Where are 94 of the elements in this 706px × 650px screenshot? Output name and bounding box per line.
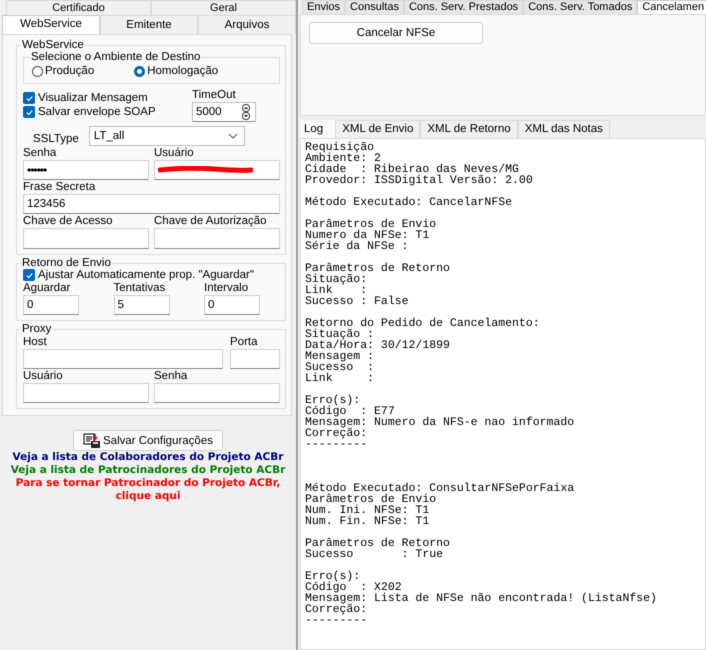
log-line: Situação: [305, 274, 368, 285]
settings-tab[interactable]: Certificado [6, 0, 151, 15]
settings-tab[interactable]: Arquivos [198, 15, 296, 34]
log-line: Situação : [305, 329, 376, 340]
field-label: Frase Secreta [23, 180, 96, 194]
log-line: Num. Ini. NFSe: T1 [305, 505, 430, 516]
settings-tab[interactable]: WebService [2, 15, 100, 34]
log-tab[interactable]: XML de Envio [335, 120, 420, 138]
save-settings-button[interactable]: Salvar Configurações [73, 430, 223, 451]
access-key-field[interactable] [23, 228, 149, 249]
environment-radio[interactable]: Produção [32, 65, 94, 77]
field-label: Intervalo [204, 281, 250, 295]
log-line: Ambiente: 2 [305, 153, 381, 164]
username-field[interactable] [154, 160, 280, 180]
secret-phrase-field[interactable]: 123456 [23, 194, 280, 214]
operation-tab[interactable]: Cons. Serv. Tomados [523, 0, 638, 14]
log-line: Num. Fin. NFSe: T1 [305, 516, 430, 527]
log-line: --------- [305, 439, 368, 450]
field-label: Aguardar [23, 281, 72, 295]
field-label: Usuário [154, 146, 195, 160]
log-line: Série da NFSe : [305, 241, 410, 252]
log-line: --------- [305, 615, 368, 626]
log-line: Mensagem : [305, 351, 376, 362]
save-document-icon [83, 432, 102, 448]
password-field[interactable]: •••••• [23, 160, 149, 180]
log-line: Parâmetros de Envio [305, 494, 438, 505]
proxy-user-field[interactable] [23, 383, 149, 403]
number-field[interactable]: 5 [114, 295, 170, 315]
spin-arrows-icon[interactable] [240, 104, 252, 120]
log-line: Cidade : Ribeirao das Neves/MG [305, 164, 519, 175]
operation-tab[interactable]: Envios [302, 0, 346, 14]
log-line: Erro(s): [305, 571, 362, 582]
log-line: Sucesso : False [305, 296, 410, 307]
log-tab[interactable]: XML de Retorno [420, 120, 518, 138]
field-label: Tentativas [114, 281, 166, 295]
chevron-down-icon [228, 133, 238, 139]
operation-tab[interactable]: Cons. Serv. Prestados [404, 0, 524, 14]
number-field[interactable]: 0 [204, 295, 260, 315]
group-title: Retorno de Envio [21, 257, 112, 269]
field-label: Chave de Acesso [23, 214, 114, 228]
field-label: Porta [230, 335, 258, 349]
group-title: WebService [21, 39, 85, 51]
group-title: Selecione o Ambiente de Destino [30, 51, 202, 63]
environment-radio[interactable]: Homologação [134, 65, 218, 77]
log-tab[interactable]: Log [300, 120, 336, 139]
adjust-checkbox[interactable]: Ajustar Automaticamente prop. "Aguardar" [23, 269, 280, 281]
field-label: Senha [23, 146, 58, 160]
timeout-spinbox[interactable]: 5000 [192, 102, 256, 122]
log-line: Mensagem: Lista de NFSe não encontrada! (ListaNfse) [305, 593, 658, 604]
log-line: Data/Hora: 30/12/1899 [305, 340, 451, 351]
log-line: Numero da NFSe: T1 [305, 230, 430, 241]
log-line: Link : [305, 285, 368, 296]
log-line: Sucesso : [305, 362, 376, 373]
log-line: Código : X202 [305, 582, 402, 593]
settings-tab[interactable]: Geral [151, 0, 296, 15]
field-label: TimeOut [192, 88, 237, 102]
port-field[interactable] [230, 349, 280, 369]
settings-tab[interactable]: Emitente [100, 15, 198, 34]
log-line: Parâmetros de Envio [305, 219, 438, 230]
proxy-password-field[interactable] [154, 383, 280, 403]
host-field[interactable] [23, 349, 223, 369]
log-line: Sucesso : True [305, 549, 444, 560]
ssltype-dropdown[interactable]: LT_all [88, 126, 245, 146]
number-field[interactable]: 0 [23, 295, 79, 315]
field-label: Usuário [23, 369, 64, 383]
project-link[interactable]: Para se tornar Patrocinador do Projeto ACBr, clique aqui [8, 477, 288, 503]
log-line: Link : [305, 373, 376, 384]
authorization-key-field[interactable] [154, 228, 280, 249]
operation-tab[interactable]: Cancelamen [637, 0, 706, 14]
project-link[interactable]: Veja a lista de Patrocinadores do Projeto ACBr [10, 464, 286, 477]
log-line: Provedor: ISSDigital Versão: 2.00 [305, 175, 534, 186]
cancel-nfse-button[interactable]: Cancelar NFSe [309, 22, 483, 44]
option-checkbox[interactable]: Visualizar Mensagem [23, 92, 156, 104]
project-link[interactable]: Veja a lista de Colaboradores do Projeto ACBr [12, 451, 284, 464]
field-label: Host [23, 335, 48, 349]
log-line: Parâmetros de Retorno [305, 263, 451, 274]
log-tab[interactable]: XML das Notas [518, 120, 610, 138]
log-line: Erro(s): [305, 395, 362, 406]
log-line: Correção: [305, 428, 368, 439]
log-line: Código : E77 [305, 406, 395, 417]
group-title: Proxy [21, 323, 52, 335]
log-line: Retorno do Pedido de Cancelamento: [305, 318, 541, 329]
log-line: Requisição [305, 142, 374, 153]
log-line: Mensagem: Numero da NFS-e nao informado [305, 417, 576, 428]
option-checkbox[interactable]: Salvar envelope SOAP [23, 106, 156, 118]
field-label: Chave de Autorização [154, 214, 268, 228]
operation-tab[interactable]: Consultas [345, 0, 404, 14]
log-line: Método Executado: CancelarNFSe [305, 197, 514, 208]
field-label: Senha [154, 369, 188, 383]
log-line: Método Executado: ConsultarNFSePorFaixa [305, 483, 576, 494]
field-label: SSLType [32, 132, 79, 146]
log-line: Correção: [305, 604, 368, 615]
checkmark-icon [24, 270, 34, 280]
log-line: Parâmetros de Retorno [305, 538, 451, 549]
